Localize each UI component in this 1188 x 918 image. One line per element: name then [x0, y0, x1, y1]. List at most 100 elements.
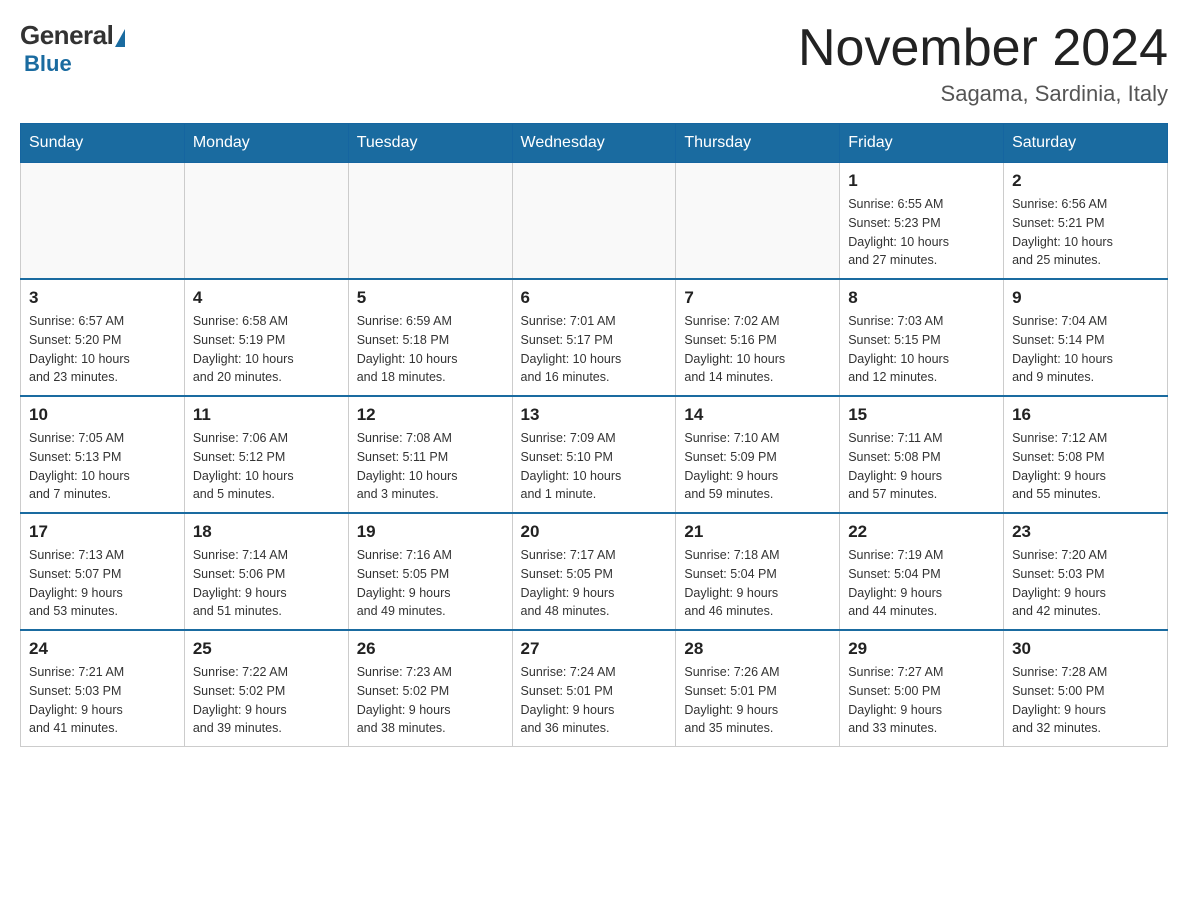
day-number: 8	[848, 288, 995, 308]
day-info: Sunrise: 7:14 AMSunset: 5:06 PMDaylight:…	[193, 546, 340, 621]
day-number: 29	[848, 639, 995, 659]
calendar-week-row: 3 Sunrise: 6:57 AMSunset: 5:20 PMDaylight…	[21, 279, 1168, 396]
day-info: Sunrise: 7:23 AMSunset: 5:02 PMDaylight:…	[357, 663, 504, 738]
calendar-cell: 4 Sunrise: 6:58 AMSunset: 5:19 PMDaylight…	[184, 279, 348, 396]
day-number: 24	[29, 639, 176, 659]
location: Sagama, Sardinia, Italy	[798, 81, 1168, 107]
calendar-cell: 20 Sunrise: 7:17 AMSunset: 5:05 PMDayligh…	[512, 513, 676, 630]
calendar-cell	[184, 163, 348, 280]
day-number: 26	[357, 639, 504, 659]
calendar-cell: 14 Sunrise: 7:10 AMSunset: 5:09 PMDayligh…	[676, 396, 840, 513]
day-info: Sunrise: 7:17 AMSunset: 5:05 PMDaylight:…	[521, 546, 668, 621]
calendar-cell	[21, 163, 185, 280]
day-info: Sunrise: 7:12 AMSunset: 5:08 PMDaylight:…	[1012, 429, 1159, 504]
calendar-cell: 1 Sunrise: 6:55 AMSunset: 5:23 PMDaylight…	[840, 163, 1004, 280]
day-number: 25	[193, 639, 340, 659]
calendar-cell: 6Sunrise: 7:01 AMSunset: 5:17 PMDaylight…	[512, 279, 676, 396]
day-number: 21	[684, 522, 831, 542]
day-info: Sunrise: 7:24 AMSunset: 5:01 PMDaylight:…	[521, 663, 668, 738]
calendar-cell: 15 Sunrise: 7:11 AMSunset: 5:08 PMDayligh…	[840, 396, 1004, 513]
calendar-cell: 17 Sunrise: 7:13 AMSunset: 5:07 PMDayligh…	[21, 513, 185, 630]
calendar-header-row: SundayMondayTuesdayWednesdayThursdayFrid…	[21, 124, 1168, 163]
title-block: November 2024 Sagama, Sardinia, Italy	[798, 20, 1168, 107]
calendar-header-monday: Monday	[184, 124, 348, 163]
day-number: 15	[848, 405, 995, 425]
calendar-header-wednesday: Wednesday	[512, 124, 676, 163]
page-header: General Blue November 2024 Sagama, Sardi…	[20, 20, 1168, 107]
day-info: Sunrise: 7:26 AMSunset: 5:01 PMDaylight:…	[684, 663, 831, 738]
day-info: Sunrise: 7:06 AMSunset: 5:12 PMDaylight:…	[193, 429, 340, 504]
day-number: 1	[848, 171, 995, 191]
calendar-header-sunday: Sunday	[21, 124, 185, 163]
calendar-cell	[676, 163, 840, 280]
day-info: Sunrise: 7:19 AMSunset: 5:04 PMDaylight:…	[848, 546, 995, 621]
day-info: Sunrise: 7:03 AMSunset: 5:15 PMDaylight:…	[848, 312, 995, 387]
day-number: 12	[357, 405, 504, 425]
month-title: November 2024	[798, 20, 1168, 77]
day-number: 7	[684, 288, 831, 308]
day-info: Sunrise: 7:16 AMSunset: 5:05 PMDaylight:…	[357, 546, 504, 621]
calendar-week-row: 24 Sunrise: 7:21 AMSunset: 5:03 PMDayligh…	[21, 630, 1168, 747]
day-info: Sunrise: 7:27 AMSunset: 5:00 PMDaylight:…	[848, 663, 995, 738]
calendar-cell: 5 Sunrise: 6:59 AMSunset: 5:18 PMDaylight…	[348, 279, 512, 396]
day-number: 13	[521, 405, 668, 425]
calendar-header-saturday: Saturday	[1004, 124, 1168, 163]
day-info: Sunrise: 6:56 AMSunset: 5:21 PMDaylight:…	[1012, 195, 1159, 270]
day-number: 27	[521, 639, 668, 659]
logo: General Blue	[20, 20, 125, 77]
calendar-cell: 27 Sunrise: 7:24 AMSunset: 5:01 PMDayligh…	[512, 630, 676, 747]
day-number: 5	[357, 288, 504, 308]
day-number: 28	[684, 639, 831, 659]
calendar-cell: 26 Sunrise: 7:23 AMSunset: 5:02 PMDayligh…	[348, 630, 512, 747]
day-number: 17	[29, 522, 176, 542]
calendar-cell: 13Sunrise: 7:09 AMSunset: 5:10 PMDayligh…	[512, 396, 676, 513]
calendar-cell: 18 Sunrise: 7:14 AMSunset: 5:06 PMDayligh…	[184, 513, 348, 630]
calendar-table: SundayMondayTuesdayWednesdayThursdayFrid…	[20, 123, 1168, 747]
day-info: Sunrise: 7:18 AMSunset: 5:04 PMDaylight:…	[684, 546, 831, 621]
day-number: 2	[1012, 171, 1159, 191]
calendar-header-thursday: Thursday	[676, 124, 840, 163]
calendar-cell: 11Sunrise: 7:06 AMSunset: 5:12 PMDayligh…	[184, 396, 348, 513]
day-info: Sunrise: 7:28 AMSunset: 5:00 PMDaylight:…	[1012, 663, 1159, 738]
day-number: 18	[193, 522, 340, 542]
day-info: Sunrise: 7:11 AMSunset: 5:08 PMDaylight:…	[848, 429, 995, 504]
day-number: 6	[521, 288, 668, 308]
day-info: Sunrise: 6:58 AMSunset: 5:19 PMDaylight:…	[193, 312, 340, 387]
day-info: Sunrise: 7:10 AMSunset: 5:09 PMDaylight:…	[684, 429, 831, 504]
day-info: Sunrise: 6:55 AMSunset: 5:23 PMDaylight:…	[848, 195, 995, 270]
calendar-week-row: 1 Sunrise: 6:55 AMSunset: 5:23 PMDaylight…	[21, 163, 1168, 280]
calendar-header-friday: Friday	[840, 124, 1004, 163]
calendar-cell: 16Sunrise: 7:12 AMSunset: 5:08 PMDayligh…	[1004, 396, 1168, 513]
day-number: 22	[848, 522, 995, 542]
day-number: 19	[357, 522, 504, 542]
day-info: Sunrise: 7:04 AMSunset: 5:14 PMDaylight:…	[1012, 312, 1159, 387]
calendar-cell: 19 Sunrise: 7:16 AMSunset: 5:05 PMDayligh…	[348, 513, 512, 630]
calendar-cell: 7 Sunrise: 7:02 AMSunset: 5:16 PMDaylight…	[676, 279, 840, 396]
calendar-cell: 10Sunrise: 7:05 AMSunset: 5:13 PMDayligh…	[21, 396, 185, 513]
day-info: Sunrise: 7:02 AMSunset: 5:16 PMDaylight:…	[684, 312, 831, 387]
calendar-week-row: 10Sunrise: 7:05 AMSunset: 5:13 PMDayligh…	[21, 396, 1168, 513]
day-info: Sunrise: 6:57 AMSunset: 5:20 PMDaylight:…	[29, 312, 176, 387]
day-info: Sunrise: 6:59 AMSunset: 5:18 PMDaylight:…	[357, 312, 504, 387]
calendar-cell	[512, 163, 676, 280]
calendar-cell: 30 Sunrise: 7:28 AMSunset: 5:00 PMDayligh…	[1004, 630, 1168, 747]
day-info: Sunrise: 7:13 AMSunset: 5:07 PMDaylight:…	[29, 546, 176, 621]
calendar-cell	[348, 163, 512, 280]
day-number: 4	[193, 288, 340, 308]
day-number: 20	[521, 522, 668, 542]
day-number: 14	[684, 405, 831, 425]
logo-general-text: General	[20, 20, 113, 51]
calendar-cell: 28 Sunrise: 7:26 AMSunset: 5:01 PMDayligh…	[676, 630, 840, 747]
day-number: 30	[1012, 639, 1159, 659]
calendar-cell: 2 Sunrise: 6:56 AMSunset: 5:21 PMDaylight…	[1004, 163, 1168, 280]
calendar-cell: 29 Sunrise: 7:27 AMSunset: 5:00 PMDayligh…	[840, 630, 1004, 747]
logo-triangle-icon	[115, 29, 125, 47]
logo-blue-text: Blue	[24, 51, 72, 76]
day-number: 3	[29, 288, 176, 308]
calendar-cell: 3 Sunrise: 6:57 AMSunset: 5:20 PMDaylight…	[21, 279, 185, 396]
calendar-header-tuesday: Tuesday	[348, 124, 512, 163]
calendar-cell: 8 Sunrise: 7:03 AMSunset: 5:15 PMDaylight…	[840, 279, 1004, 396]
day-info: Sunrise: 7:21 AMSunset: 5:03 PMDaylight:…	[29, 663, 176, 738]
day-info: Sunrise: 7:22 AMSunset: 5:02 PMDaylight:…	[193, 663, 340, 738]
calendar-cell: 23Sunrise: 7:20 AMSunset: 5:03 PMDayligh…	[1004, 513, 1168, 630]
